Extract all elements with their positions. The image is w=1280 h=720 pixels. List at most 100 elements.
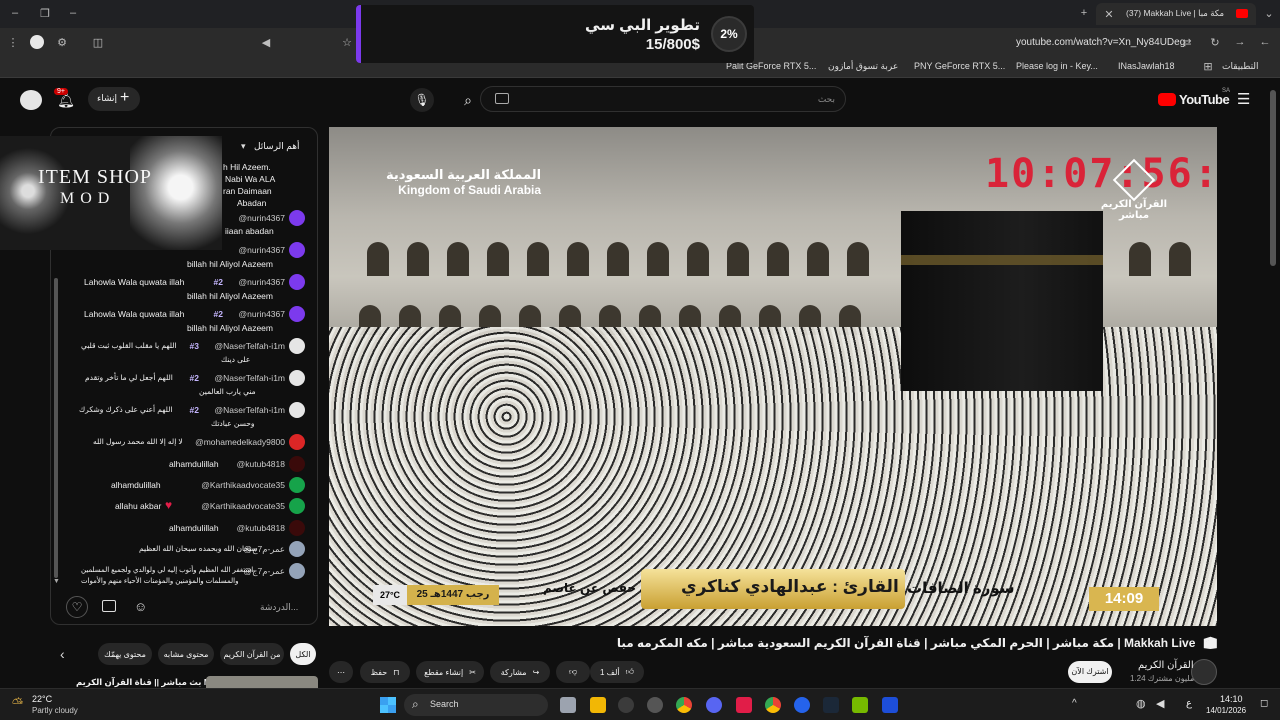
emoji-icon[interactable]: ☺: [134, 599, 147, 614]
avatar[interactable]: [289, 306, 305, 322]
avatar[interactable]: [289, 370, 305, 386]
channel-avatar[interactable]: [1191, 659, 1217, 685]
restore-icon[interactable]: ❐: [38, 6, 52, 20]
taskbar-search[interactable]: ⌕ Search: [404, 694, 548, 716]
chat-username[interactable]: @kutub4818: [237, 459, 285, 469]
discord-icon[interactable]: [706, 697, 722, 713]
chat-username[interactable]: @nurin4367: [239, 309, 285, 319]
chat-username[interactable]: @kutub4818: [237, 523, 285, 533]
extension-icon[interactable]: ⚙: [55, 35, 69, 49]
menu-dots-icon[interactable]: ⋮: [6, 35, 20, 49]
avatar[interactable]: [289, 338, 305, 354]
chip-for-you[interactable]: محتوى يهمّك: [98, 643, 152, 665]
start-button[interactable]: [380, 697, 396, 713]
bookmark-1[interactable]: INasJawlah18: [1118, 61, 1175, 71]
chip-similar[interactable]: محتوى مشابه: [158, 643, 214, 665]
bookmark-2[interactable]: Please log in - Key...: [1016, 61, 1098, 71]
active-tab[interactable]: ✕ (37) Makkah Live | مكة مبا: [1096, 3, 1256, 25]
keyboard-icon[interactable]: [495, 93, 509, 104]
page-scrollbar[interactable]: [1270, 90, 1276, 266]
bookmark-star-icon[interactable]: ☆: [340, 35, 354, 49]
close-window-icon[interactable]: –: [66, 6, 80, 20]
dislike-button[interactable]: 👎︎: [556, 661, 590, 683]
avatar[interactable]: [289, 563, 305, 579]
youtube-logo-text[interactable]: YouTube: [1179, 92, 1230, 107]
scroll-down-icon[interactable]: ▼: [53, 578, 60, 585]
heart-reaction-icon[interactable]: ♡: [66, 596, 88, 618]
steam-icon[interactable]: [823, 697, 839, 713]
chat-scrollbar[interactable]: [54, 278, 58, 578]
search-icon[interactable]: ⌕: [456, 88, 480, 112]
like-button[interactable]: 1 ألف 👍︎: [590, 661, 644, 683]
create-button[interactable]: إنشاء +: [88, 87, 140, 111]
minimize-icon[interactable]: –: [8, 6, 22, 20]
task-view-icon[interactable]: [560, 697, 576, 713]
recommended-video[interactable]: بث مباشر || قناة القرآن الكريم Makkah: [50, 676, 318, 688]
speaker-icon[interactable]: ◀: [259, 35, 273, 49]
chat-username[interactable]: @mohamedelkady9800: [195, 437, 285, 447]
weather-icon[interactable]: ⛅︎: [12, 695, 23, 712]
avatar[interactable]: [289, 434, 305, 450]
app-icon[interactable]: [618, 697, 634, 713]
chat-username[interactable]: @nurin4367: [239, 245, 285, 255]
chat-username[interactable]: @NaserTelfah-i1m: [214, 341, 285, 351]
chat-username[interactable]: @Karthikaadvocate35: [201, 501, 285, 511]
more-actions-button[interactable]: ⋯: [329, 661, 353, 683]
tab-search-icon[interactable]: ⌄: [1262, 6, 1276, 20]
chip-all[interactable]: الكل: [290, 643, 316, 665]
edge-icon[interactable]: [794, 697, 810, 713]
language-indicator[interactable]: ع: [1186, 698, 1192, 709]
bookmark-4[interactable]: عربة تسوق أمازون: [828, 61, 898, 72]
avatar[interactable]: [289, 498, 305, 514]
avatar[interactable]: [289, 520, 305, 536]
channel-avatar[interactable]: [20, 90, 42, 110]
chat-input-placeholder[interactable]: الدردشة...: [260, 602, 298, 613]
hamburger-menu-icon[interactable]: ☰: [1237, 90, 1253, 108]
profile-avatar[interactable]: [30, 35, 44, 49]
site-settings-icon[interactable]: ⇄: [1180, 35, 1194, 49]
avatar[interactable]: [289, 456, 305, 472]
chrome-icon[interactable]: [676, 697, 692, 713]
subscribe-button[interactable]: اشترك الآن: [1068, 661, 1112, 683]
channel-name[interactable]: القرآن الكريم: [1138, 660, 1194, 671]
chips-prev-icon[interactable]: ‹: [60, 646, 65, 662]
chip-quran[interactable]: من القرآن الكريم: [220, 643, 284, 665]
clock-time[interactable]: 14:10: [1220, 694, 1243, 704]
chat-username[interactable]: @nurin4367: [239, 213, 285, 223]
ea-icon[interactable]: [736, 697, 752, 713]
chat-username[interactable]: @NaserTelfah-i1m: [214, 405, 285, 415]
file-explorer-icon[interactable]: [590, 697, 606, 713]
avatar[interactable]: [289, 210, 305, 226]
notifications-icon[interactable]: ◻: [1260, 698, 1268, 709]
avatar[interactable]: [289, 402, 305, 418]
network-icon[interactable]: ◍: [1136, 697, 1146, 710]
share-button[interactable]: مشاركة ↪: [490, 661, 550, 683]
chrome-dev-icon[interactable]: [765, 697, 781, 713]
close-tab-icon[interactable]: ✕: [1102, 7, 1116, 21]
video-player[interactable]: المملكة العربية السعودية Kingdom of Saud…: [329, 127, 1217, 626]
volume-icon[interactable]: ◀: [1156, 697, 1164, 710]
search-input[interactable]: بحث: [480, 86, 846, 112]
tray-chevron-icon[interactable]: ^: [1072, 698, 1077, 709]
back-icon[interactable]: ←: [1258, 35, 1272, 49]
address-bar-url[interactable]: youtube.com/watch?v=Xn_Ny84UDeg: [1016, 37, 1185, 48]
settings-icon[interactable]: [647, 697, 663, 713]
super-chat-icon[interactable]: [102, 600, 116, 612]
app-blue-icon[interactable]: [882, 697, 898, 713]
puzzle-icon[interactable]: ◫: [91, 35, 105, 49]
chat-username[interactable]: @nurin4367: [239, 277, 285, 287]
bookmark-apps[interactable]: التطبيقات: [1222, 61, 1259, 72]
voice-search-icon[interactable]: 🎙︎: [410, 88, 434, 112]
bookmark-3[interactable]: PNY GeForce RTX 5...: [914, 61, 1005, 71]
chat-username[interactable]: @NaserTelfah-i1m: [214, 373, 285, 383]
chat-header[interactable]: ▾ أهم الرسائل: [241, 136, 300, 154]
save-button[interactable]: حفظ ⊓: [360, 661, 410, 683]
chat-username[interactable]: @Karthikaadvocate35: [201, 480, 285, 490]
avatar[interactable]: [289, 477, 305, 493]
weather-temp[interactable]: 22°C: [32, 694, 52, 704]
avatar[interactable]: [289, 242, 305, 258]
avatar[interactable]: [289, 274, 305, 290]
reload-icon[interactable]: ↻: [1208, 35, 1222, 49]
clip-button[interactable]: إنشاء مقطع ✂: [416, 661, 484, 683]
new-tab-icon[interactable]: +: [1077, 6, 1091, 20]
